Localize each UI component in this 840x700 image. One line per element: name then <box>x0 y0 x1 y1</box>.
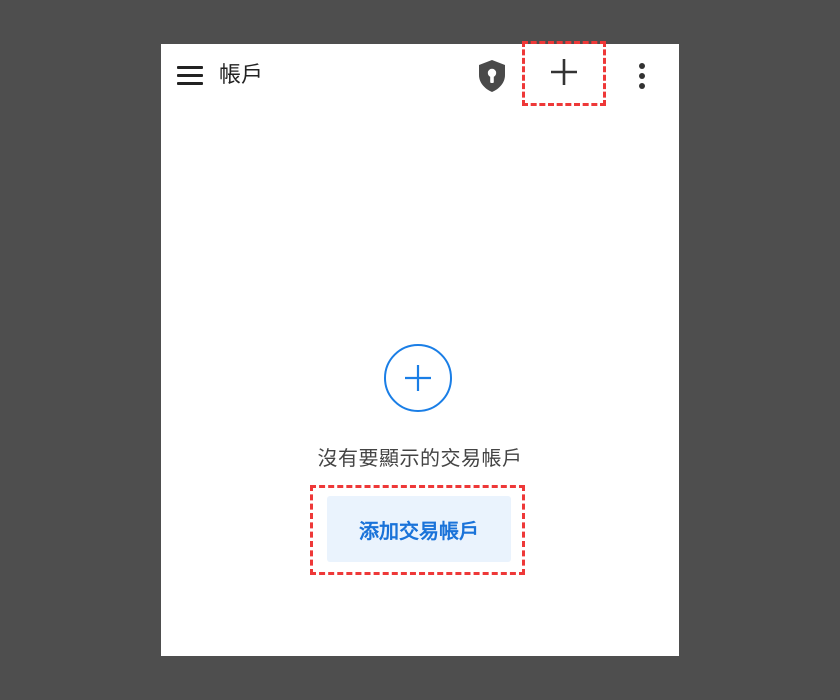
page-title: 帳戶 <box>219 63 264 88</box>
more-vertical-icon[interactable] <box>629 60 655 92</box>
add-account-toolbar-button[interactable] <box>522 41 606 106</box>
circle-plus-icon[interactable] <box>384 344 452 412</box>
empty-state-message: 沒有要顯示的交易帳戶 <box>317 446 523 470</box>
add-trading-account-button[interactable]: 添加交易帳戶 <box>327 496 511 562</box>
shield-icon[interactable] <box>475 58 509 94</box>
app-screen: 帳戶 沒有要顯示的交易帳戶 添加交易帳戶 <box>161 41 679 656</box>
plus-icon <box>549 57 579 91</box>
add-trading-account-highlight: 添加交易帳戶 <box>310 485 525 575</box>
top-app-bar: 帳戶 <box>161 41 679 108</box>
hamburger-menu-icon[interactable] <box>177 66 203 86</box>
